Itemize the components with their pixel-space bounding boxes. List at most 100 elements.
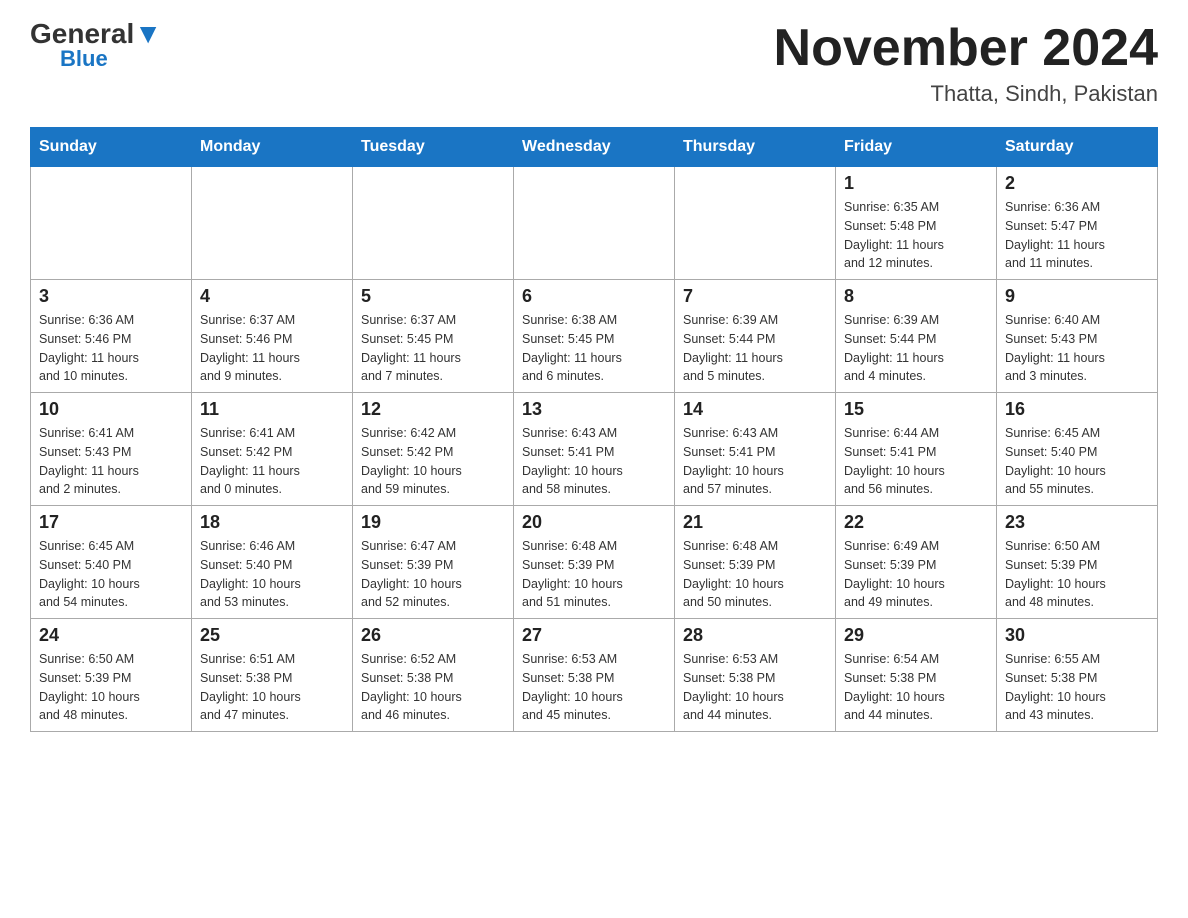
day-info: Sunrise: 6:51 AMSunset: 5:38 PMDaylight:… (200, 650, 344, 725)
day-number: 26 (361, 625, 505, 646)
day-number: 8 (844, 286, 988, 307)
month-year-title: November 2024 (774, 20, 1158, 77)
title-block: November 2024 Thatta, Sindh, Pakistan (774, 20, 1158, 107)
day-info: Sunrise: 6:45 AMSunset: 5:40 PMDaylight:… (1005, 424, 1149, 499)
weekday-header-saturday: Saturday (997, 128, 1158, 167)
calendar-cell: 22 Sunrise: 6:49 AMSunset: 5:39 PMDayligh… (836, 506, 997, 619)
calendar-cell (353, 167, 514, 280)
calendar-cell (31, 167, 192, 280)
day-info: Sunrise: 6:53 AMSunset: 5:38 PMDaylight:… (683, 650, 827, 725)
day-info: Sunrise: 6:44 AMSunset: 5:41 PMDaylight:… (844, 424, 988, 499)
day-number: 17 (39, 512, 183, 533)
day-number: 21 (683, 512, 827, 533)
calendar-cell: 9 Sunrise: 6:40 AMSunset: 5:43 PMDaylight… (997, 280, 1158, 393)
calendar-cell: 16 Sunrise: 6:45 AMSunset: 5:40 PMDayligh… (997, 393, 1158, 506)
calendar-cell: 15 Sunrise: 6:44 AMSunset: 5:41 PMDayligh… (836, 393, 997, 506)
weekday-header-friday: Friday (836, 128, 997, 167)
day-info: Sunrise: 6:52 AMSunset: 5:38 PMDaylight:… (361, 650, 505, 725)
day-number: 25 (200, 625, 344, 646)
day-number: 20 (522, 512, 666, 533)
weekday-header-monday: Monday (192, 128, 353, 167)
calendar-cell: 7 Sunrise: 6:39 AMSunset: 5:44 PMDaylight… (675, 280, 836, 393)
calendar-cell: 12 Sunrise: 6:42 AMSunset: 5:42 PMDayligh… (353, 393, 514, 506)
day-number: 1 (844, 173, 988, 194)
day-number: 28 (683, 625, 827, 646)
calendar-cell: 13Sunrise: 6:43 AMSunset: 5:41 PMDayligh… (514, 393, 675, 506)
week-row-3: 10Sunrise: 6:41 AMSunset: 5:43 PMDayligh… (31, 393, 1158, 506)
day-number: 24 (39, 625, 183, 646)
calendar-cell: 19Sunrise: 6:47 AMSunset: 5:39 PMDayligh… (353, 506, 514, 619)
day-info: Sunrise: 6:50 AMSunset: 5:39 PMDaylight:… (39, 650, 183, 725)
calendar-cell: 23 Sunrise: 6:50 AMSunset: 5:39 PMDayligh… (997, 506, 1158, 619)
day-number: 3 (39, 286, 183, 307)
calendar-table: SundayMondayTuesdayWednesdayThursdayFrid… (30, 127, 1158, 732)
calendar-cell: 6Sunrise: 6:38 AMSunset: 5:45 PMDaylight… (514, 280, 675, 393)
calendar-cell: 30 Sunrise: 6:55 AMSunset: 5:38 PMDayligh… (997, 619, 1158, 732)
day-info: Sunrise: 6:43 AMSunset: 5:41 PMDaylight:… (522, 424, 666, 499)
day-info: Sunrise: 6:37 AMSunset: 5:45 PMDaylight:… (361, 311, 505, 386)
logo-blue-text: Blue (60, 48, 162, 70)
logo-general: General▼ (30, 20, 162, 48)
day-number: 10 (39, 399, 183, 420)
day-number: 7 (683, 286, 827, 307)
day-info: Sunrise: 6:49 AMSunset: 5:39 PMDaylight:… (844, 537, 988, 612)
page-header: General▼ Blue November 2024 Thatta, Sind… (30, 20, 1158, 107)
day-info: Sunrise: 6:50 AMSunset: 5:39 PMDaylight:… (1005, 537, 1149, 612)
calendar-cell (675, 167, 836, 280)
calendar-cell: 20Sunrise: 6:48 AMSunset: 5:39 PMDayligh… (514, 506, 675, 619)
day-info: Sunrise: 6:36 AMSunset: 5:46 PMDaylight:… (39, 311, 183, 386)
calendar-cell: 8 Sunrise: 6:39 AMSunset: 5:44 PMDaylight… (836, 280, 997, 393)
day-number: 9 (1005, 286, 1149, 307)
day-info: Sunrise: 6:46 AMSunset: 5:40 PMDaylight:… (200, 537, 344, 612)
calendar-cell: 25 Sunrise: 6:51 AMSunset: 5:38 PMDayligh… (192, 619, 353, 732)
calendar-cell: 21Sunrise: 6:48 AMSunset: 5:39 PMDayligh… (675, 506, 836, 619)
day-number: 12 (361, 399, 505, 420)
day-info: Sunrise: 6:39 AMSunset: 5:44 PMDaylight:… (683, 311, 827, 386)
day-info: Sunrise: 6:45 AMSunset: 5:40 PMDaylight:… (39, 537, 183, 612)
day-info: Sunrise: 6:42 AMSunset: 5:42 PMDaylight:… (361, 424, 505, 499)
day-number: 18 (200, 512, 344, 533)
day-info: Sunrise: 6:39 AMSunset: 5:44 PMDaylight:… (844, 311, 988, 386)
day-number: 15 (844, 399, 988, 420)
logo-triangle-icon: ▼ (134, 18, 162, 49)
week-row-1: 1 Sunrise: 6:35 AMSunset: 5:48 PMDaylight… (31, 167, 1158, 280)
week-row-5: 24 Sunrise: 6:50 AMSunset: 5:39 PMDayligh… (31, 619, 1158, 732)
day-info: Sunrise: 6:55 AMSunset: 5:38 PMDaylight:… (1005, 650, 1149, 725)
calendar-cell: 11 Sunrise: 6:41 AMSunset: 5:42 PMDayligh… (192, 393, 353, 506)
day-number: 16 (1005, 399, 1149, 420)
weekday-header-sunday: Sunday (31, 128, 192, 167)
calendar-cell: 18 Sunrise: 6:46 AMSunset: 5:40 PMDayligh… (192, 506, 353, 619)
day-number: 23 (1005, 512, 1149, 533)
calendar-cell: 4Sunrise: 6:37 AMSunset: 5:46 PMDaylight… (192, 280, 353, 393)
day-info: Sunrise: 6:36 AMSunset: 5:47 PMDaylight:… (1005, 198, 1149, 273)
day-number: 2 (1005, 173, 1149, 194)
day-info: Sunrise: 6:43 AMSunset: 5:41 PMDaylight:… (683, 424, 827, 499)
calendar-cell: 24 Sunrise: 6:50 AMSunset: 5:39 PMDayligh… (31, 619, 192, 732)
day-number: 22 (844, 512, 988, 533)
calendar-cell: 17 Sunrise: 6:45 AMSunset: 5:40 PMDayligh… (31, 506, 192, 619)
calendar-cell (192, 167, 353, 280)
day-info: Sunrise: 6:41 AMSunset: 5:42 PMDaylight:… (200, 424, 344, 499)
calendar-cell: 14Sunrise: 6:43 AMSunset: 5:41 PMDayligh… (675, 393, 836, 506)
calendar-cell: 28 Sunrise: 6:53 AMSunset: 5:38 PMDayligh… (675, 619, 836, 732)
day-info: Sunrise: 6:53 AMSunset: 5:38 PMDaylight:… (522, 650, 666, 725)
day-info: Sunrise: 6:38 AMSunset: 5:45 PMDaylight:… (522, 311, 666, 386)
day-number: 11 (200, 399, 344, 420)
calendar-cell: 2 Sunrise: 6:36 AMSunset: 5:47 PMDaylight… (997, 167, 1158, 280)
day-info: Sunrise: 6:47 AMSunset: 5:39 PMDaylight:… (361, 537, 505, 612)
day-number: 29 (844, 625, 988, 646)
calendar-cell: 26 Sunrise: 6:52 AMSunset: 5:38 PMDayligh… (353, 619, 514, 732)
week-row-2: 3 Sunrise: 6:36 AMSunset: 5:46 PMDaylight… (31, 280, 1158, 393)
day-info: Sunrise: 6:54 AMSunset: 5:38 PMDaylight:… (844, 650, 988, 725)
day-info: Sunrise: 6:35 AMSunset: 5:48 PMDaylight:… (844, 198, 988, 273)
day-number: 27 (522, 625, 666, 646)
day-number: 5 (361, 286, 505, 307)
weekday-header-tuesday: Tuesday (353, 128, 514, 167)
location-subtitle: Thatta, Sindh, Pakistan (774, 81, 1158, 107)
weekday-header-wednesday: Wednesday (514, 128, 675, 167)
calendar-cell: 10Sunrise: 6:41 AMSunset: 5:43 PMDayligh… (31, 393, 192, 506)
day-number: 30 (1005, 625, 1149, 646)
day-info: Sunrise: 6:40 AMSunset: 5:43 PMDaylight:… (1005, 311, 1149, 386)
weekday-header-thursday: Thursday (675, 128, 836, 167)
calendar-cell: 27 Sunrise: 6:53 AMSunset: 5:38 PMDayligh… (514, 619, 675, 732)
